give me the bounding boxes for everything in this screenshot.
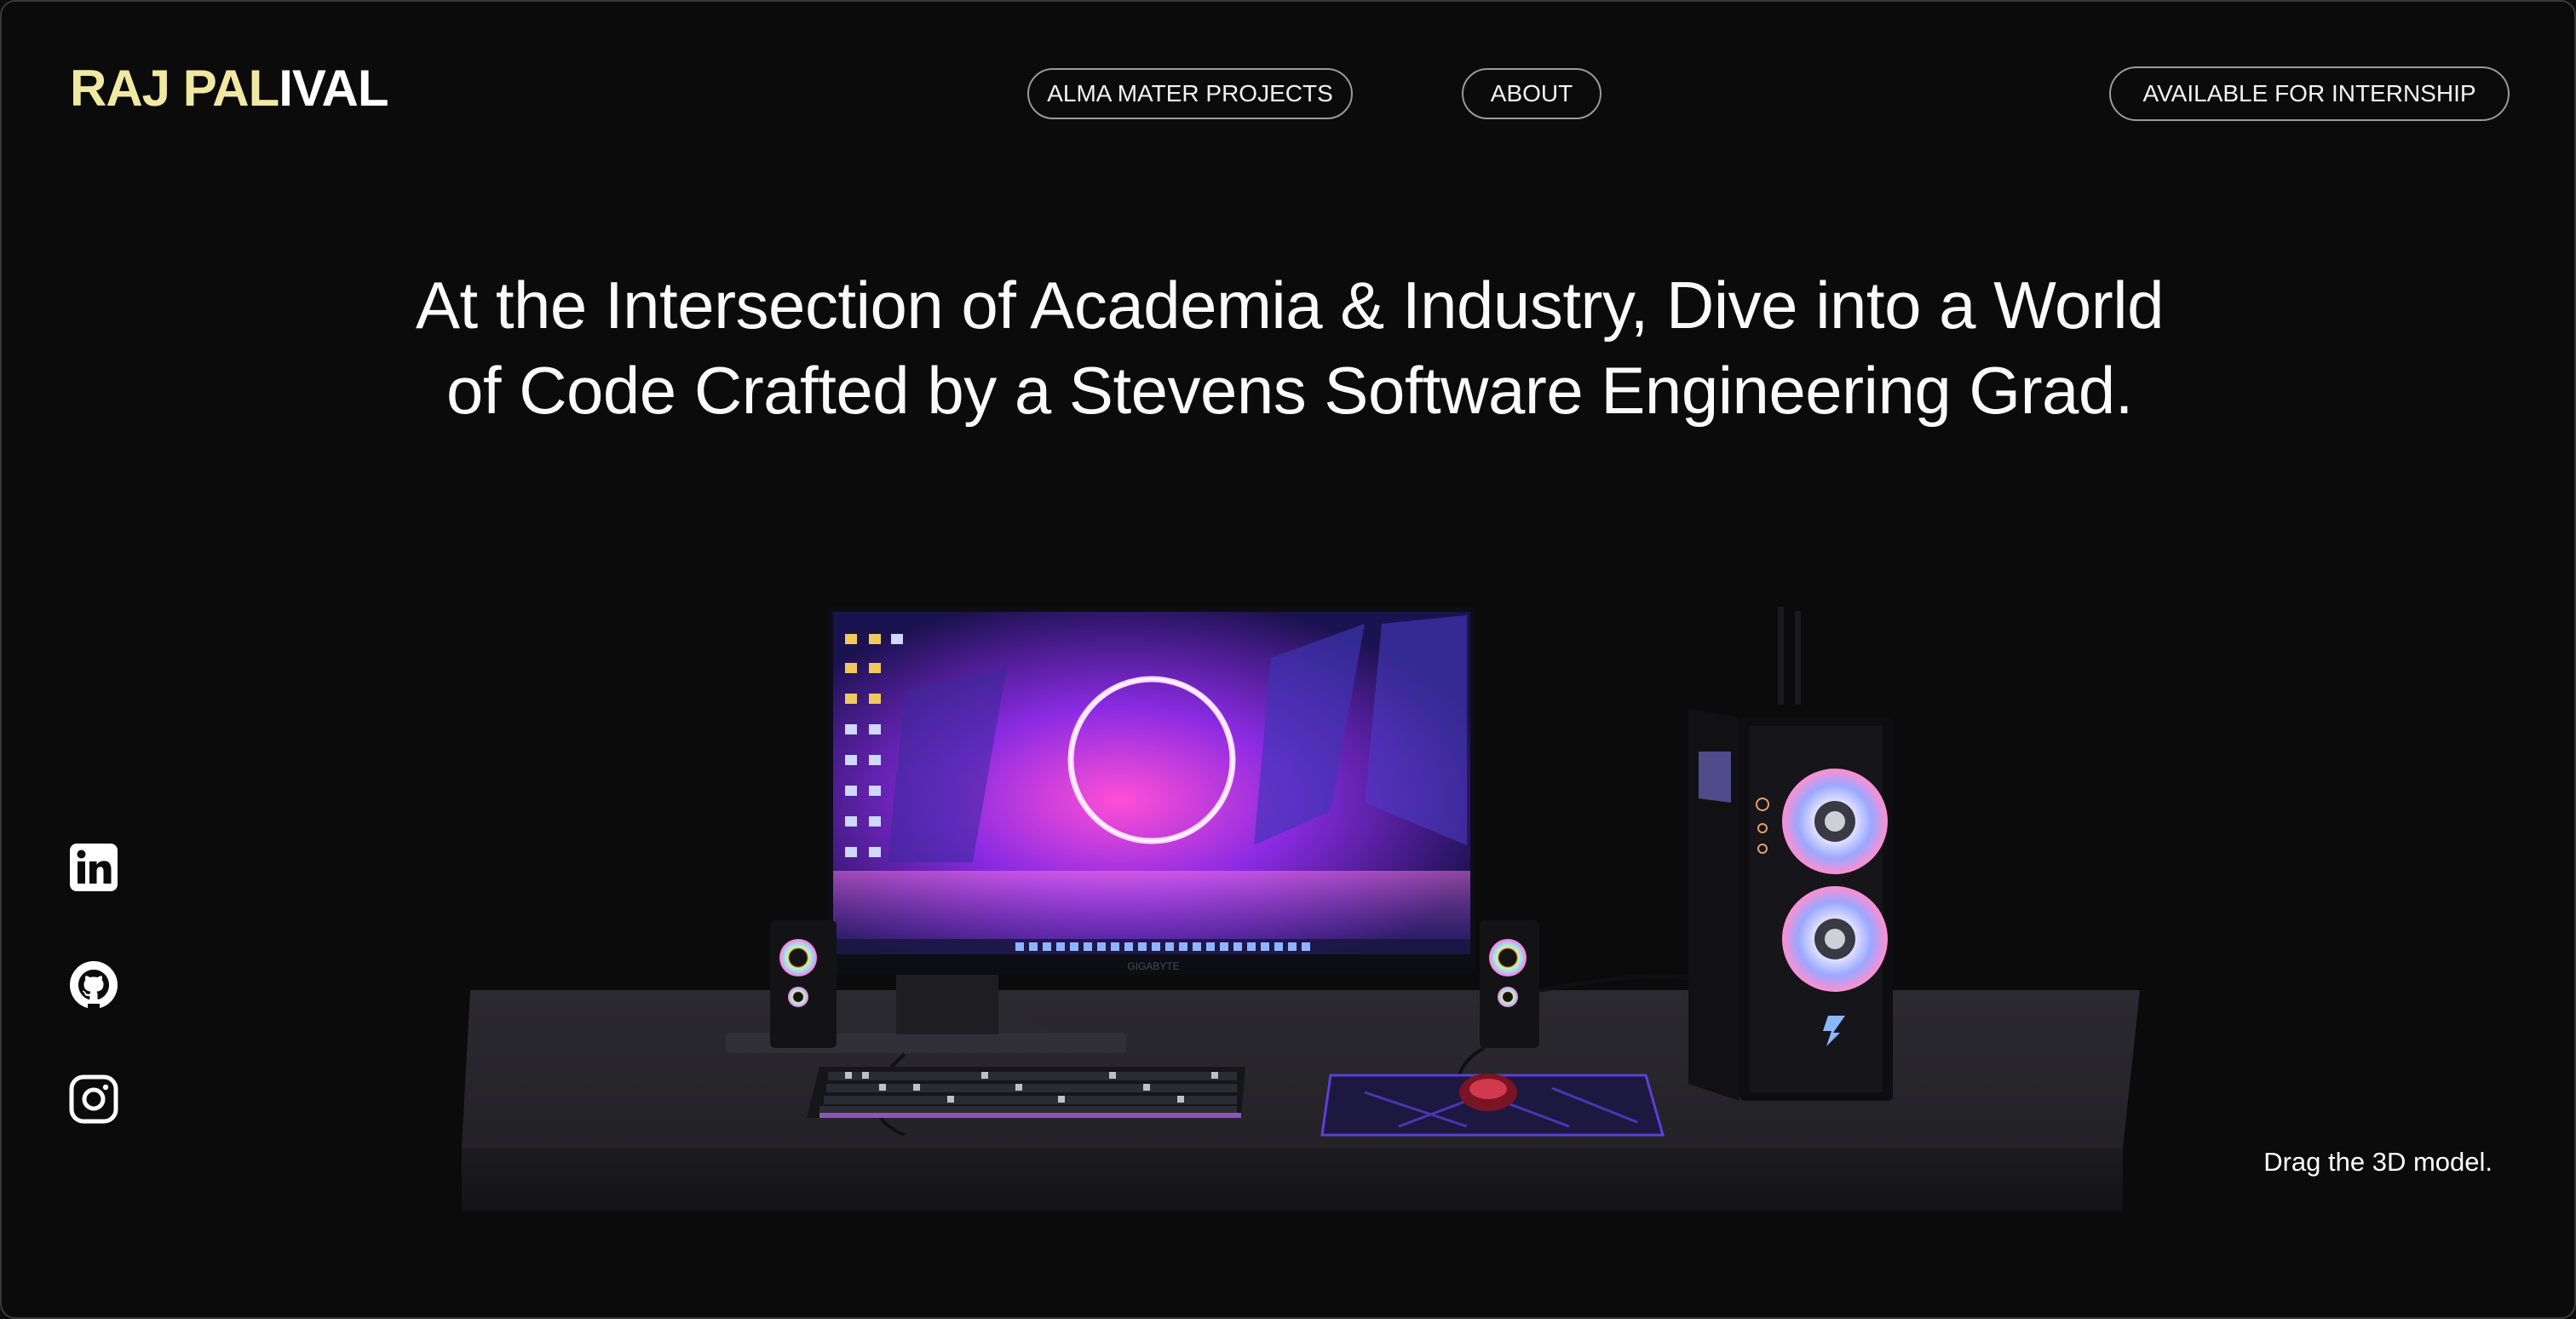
github-icon[interactable]: [68, 959, 119, 1011]
instagram-icon[interactable]: [68, 1074, 119, 1125]
logo-text-highlight: RAJ PAL: [70, 60, 279, 117]
monitor-brand-label: GIGABYTE: [1127, 960, 1179, 972]
hero-line-1: At the Intersection of Academia & Indust…: [416, 268, 2164, 343]
internship-status-button[interactable]: AVAILABLE FOR INTERNSHIP: [2109, 66, 2510, 121]
logo-text-rest: IVAL: [279, 60, 388, 117]
nav-projects-button[interactable]: ALMA MATER PROJECTS: [1027, 68, 1353, 119]
3d-model-canvas[interactable]: GIGABYTE: [462, 590, 2165, 1220]
site-logo[interactable]: RAJ PAL IVAL: [70, 63, 388, 114]
hero-line-2: of Code Crafted by a Stevens Software En…: [446, 353, 2133, 428]
linkedin-icon[interactable]: [68, 842, 119, 893]
hero-headline: At the Intersection of Academia & Indust…: [257, 262, 2322, 433]
drag-hint-text: Drag the 3D model.: [2263, 1147, 2493, 1177]
page: RAJ PAL IVAL ALMA MATER PROJECTS ABOUT AV…: [0, 0, 2576, 1319]
nav-about-button[interactable]: ABOUT: [1462, 68, 1601, 119]
